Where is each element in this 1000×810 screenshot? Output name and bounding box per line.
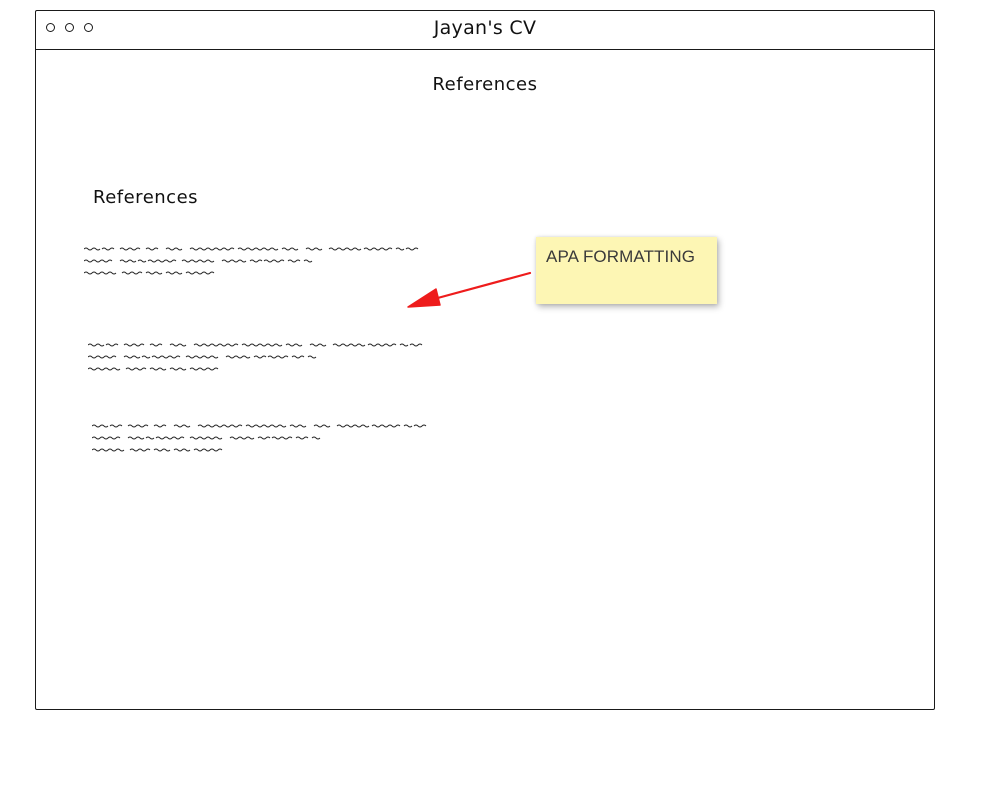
placeholder-line-3 [83,271,215,275]
placeholder-line-3 [91,448,223,452]
placeholder-line-1 [83,247,419,251]
browser-window: Jayan's CV References References APA FOR… [35,10,935,710]
sticky-note: APA FORMATTING [536,237,717,304]
placeholder-text-lines [83,247,419,275]
window-titlebar: Jayan's CV [36,11,934,50]
sticky-note-text: APA FORMATTING [546,247,696,266]
placeholder-line-2 [91,436,321,440]
placeholder-line-3 [87,367,219,371]
placeholder-text-lines [87,343,423,371]
reference-entry-1 [83,245,429,285]
page-title: References [432,74,538,95]
window-title: Jayan's CV [433,17,537,39]
placeholder-text-lines [91,424,427,452]
placeholder-line-2 [87,355,317,359]
annotation-arrow-icon [407,271,532,308]
placeholder-line-1 [91,424,427,428]
references-heading: References [93,187,199,208]
placeholder-line-1 [87,343,423,347]
placeholder-line-2 [83,259,313,263]
reference-entry-3 [91,422,437,462]
reference-entry-2 [87,341,433,381]
